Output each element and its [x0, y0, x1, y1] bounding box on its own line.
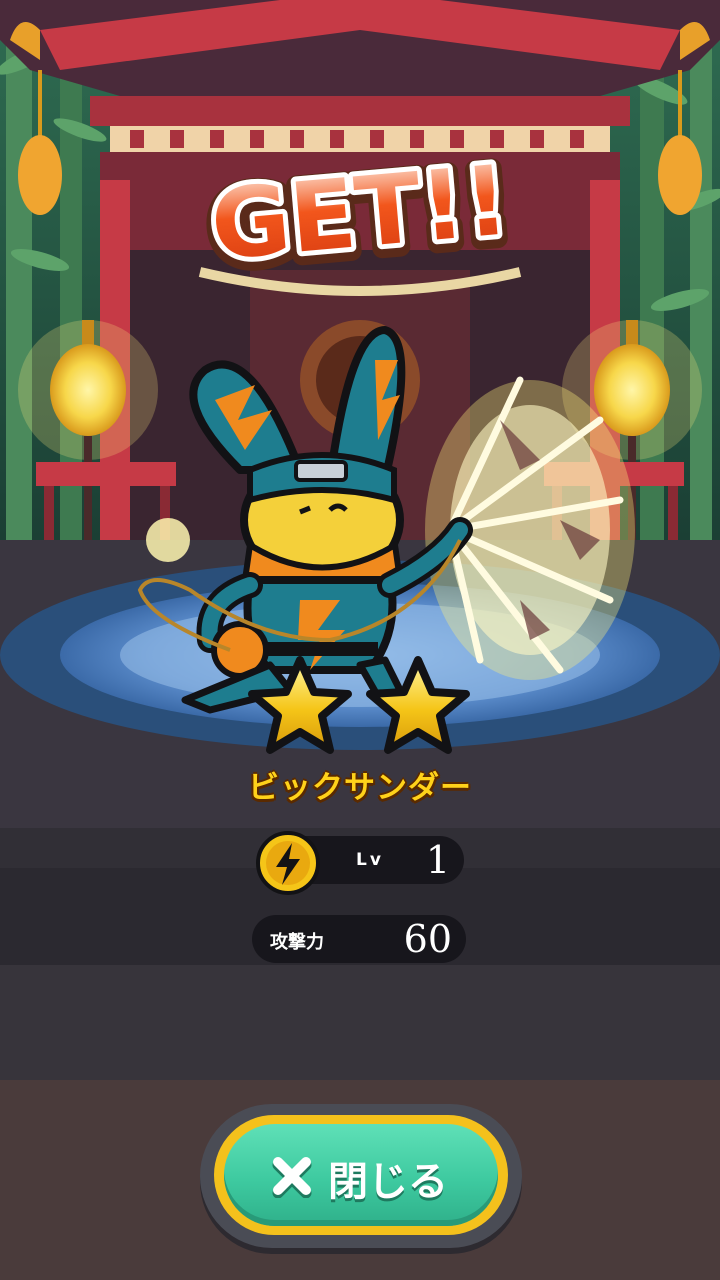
star-icon	[248, 656, 352, 754]
star-icon	[366, 656, 470, 754]
game-scene: GET!! GET!! GET!! ビックサンダー Lv 1 攻撃力 60 閉じ…	[0, 0, 720, 1280]
close-button[interactable]: 閉じる	[214, 1115, 508, 1235]
level-label: Lv	[356, 850, 384, 870]
character-name: ビックサンダー	[248, 770, 472, 806]
rarity-stars	[248, 656, 470, 754]
attack-value: 60	[403, 917, 452, 961]
attack-label: 攻撃力	[270, 932, 324, 953]
close-button-label: 閉じる	[328, 1159, 448, 1205]
lightning-bolt-icon	[256, 831, 320, 895]
level-value: 1	[425, 838, 450, 882]
get-title-banner: GET!! GET!! GET!!	[200, 138, 520, 293]
close-button-face: 閉じる	[224, 1124, 498, 1226]
close-x-icon	[272, 1157, 312, 1198]
